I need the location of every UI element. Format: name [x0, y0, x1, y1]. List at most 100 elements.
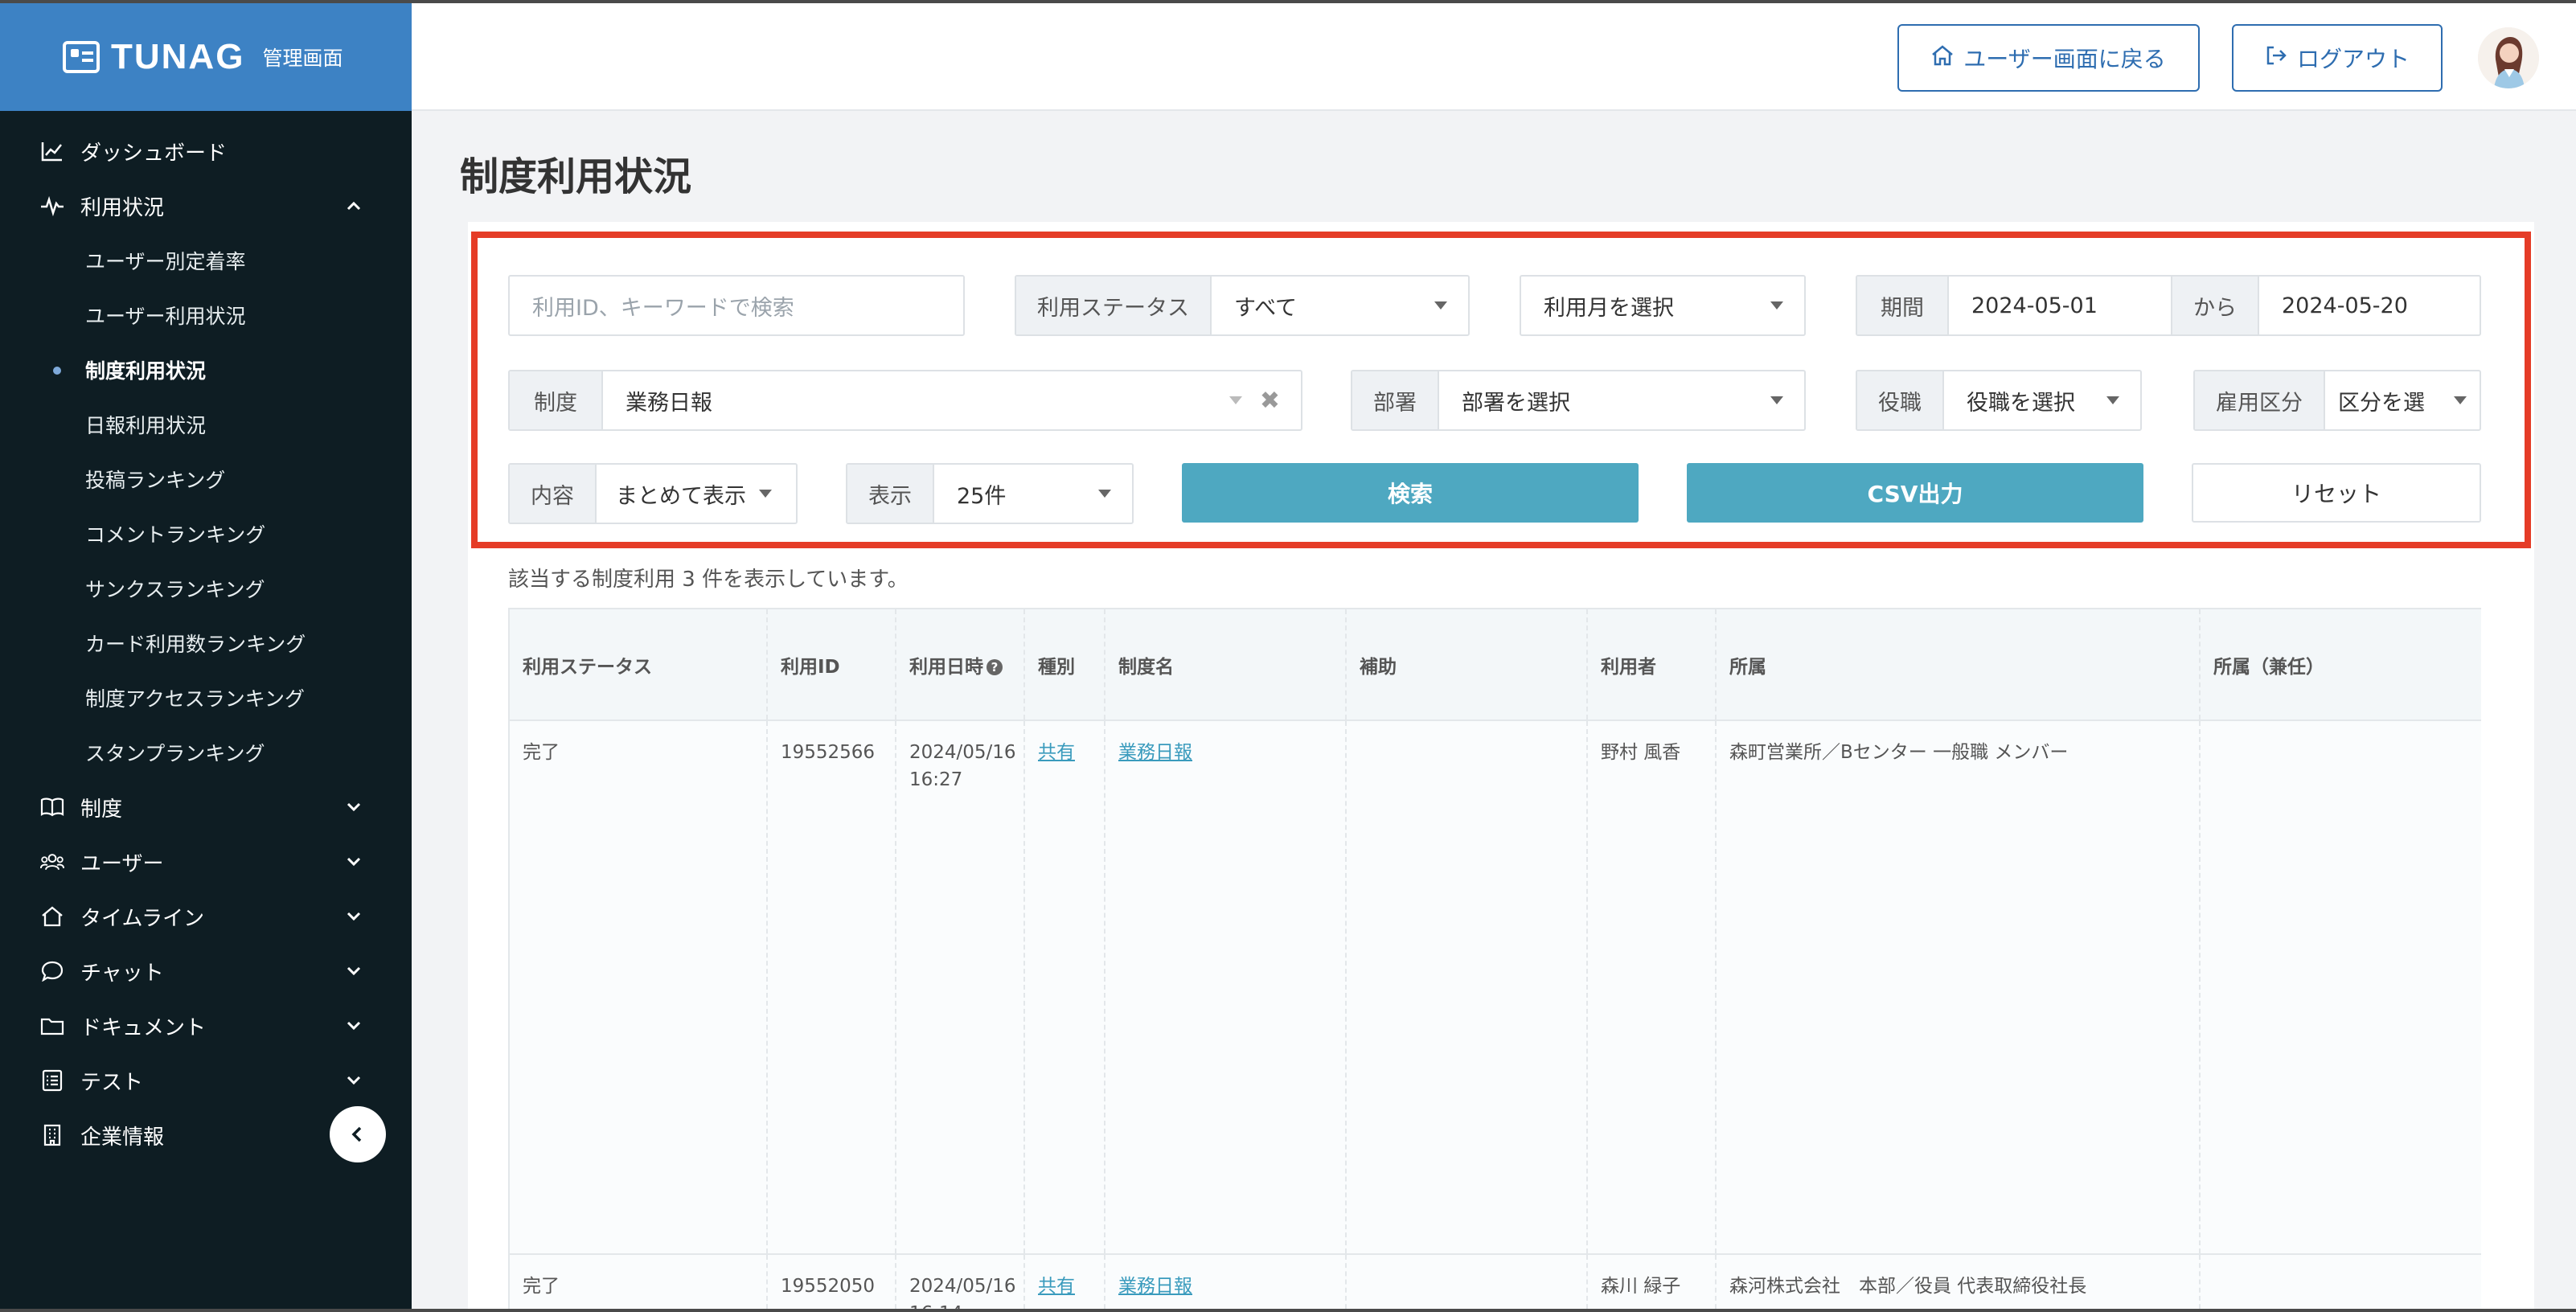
back-to-user-screen-button[interactable]: ユーザー画面に戻る [1897, 24, 2200, 92]
sidebar: TUNAG 管理画面 ダッシュボード 利用状況 ユーザー別定着率 ユーザー利用状 [0, 3, 412, 1309]
column-header[interactable]: 利用ID [767, 609, 896, 721]
chevron-down-icon [346, 1071, 362, 1091]
sidebar-item-users[interactable]: ユーザー [0, 834, 412, 889]
sidebar-subitem-system-usage[interactable]: 制度利用状況 [0, 342, 412, 397]
chevron-down-icon [346, 1016, 362, 1036]
caret-down-icon [2106, 396, 2119, 404]
sidebar-item-documents[interactable]: ドキュメント [0, 998, 412, 1053]
sidebar-item-usage[interactable]: 利用状況 [0, 178, 412, 233]
building-icon [40, 1123, 64, 1147]
sidebar-item-timeline[interactable]: タイムライン [0, 889, 412, 944]
column-header[interactable]: 補助 [1346, 609, 1588, 721]
sidebar-item-label: 企業情報 [80, 1125, 165, 1150]
sidebar-item-system[interactable]: 制度 [0, 780, 412, 834]
sidebar-subitem-label: サンクスランキング [85, 578, 265, 601]
id-cell: 19552050 [767, 1254, 896, 1309]
column-header[interactable]: 利用日時? [896, 609, 1025, 721]
usage-month-placeholder: 利用月を選択 [1544, 295, 1674, 321]
sidebar-subitem-label: スタンプランキング [85, 742, 265, 765]
caret-down-icon [1098, 490, 1111, 498]
sidebar-subitem-label: 投稿ランキング [85, 469, 226, 492]
employment-type-select[interactable]: 雇用区分 区分を選 [2193, 370, 2481, 431]
sidebar-subitem-access-ranking[interactable]: 制度アクセスランキング [0, 670, 412, 725]
keyword-search-input[interactable]: 利用ID、キーワードで検索 [508, 275, 965, 336]
sidebar-subitem-post-ranking[interactable]: 投稿ランキング [0, 452, 412, 506]
datetime-cell: 2024/05/16 16:27 [896, 720, 1025, 1255]
column-header[interactable]: 制度名 [1105, 609, 1347, 721]
sidebar-nav: ダッシュボード 利用状況 ユーザー別定着率 ユーザー利用状況 制度利用状況 日報… [0, 111, 412, 1162]
date-text: 2024/05/16 [909, 1276, 1016, 1297]
type-link[interactable]: 共有 [1038, 742, 1075, 763]
column-header[interactable]: 利用ステータス [510, 609, 768, 721]
pulse-icon [40, 194, 64, 218]
period-label: 期間 [1857, 277, 1949, 334]
sidebar-subitem-comment-ranking[interactable]: コメントランキング [0, 506, 412, 561]
sidebar-item-dashboard[interactable]: ダッシュボード [0, 124, 412, 178]
position-select[interactable]: 役職 役職を選択 [1856, 370, 2142, 431]
status-select[interactable]: 利用ステータス すべて [1015, 275, 1470, 336]
search-button[interactable]: 検索 [1182, 463, 1639, 523]
csv-export-button[interactable]: CSV出力 [1687, 463, 2143, 523]
caret-down-icon [1770, 301, 1783, 310]
home-icon [40, 904, 64, 929]
sidebar-subitem-user-usage[interactable]: ユーザー利用状況 [0, 288, 412, 342]
reset-button[interactable]: リセット [2192, 463, 2481, 523]
checklist-icon [40, 1068, 64, 1093]
usage-month-select[interactable]: 利用月を選択 [1520, 275, 1806, 336]
caret-down-icon [1434, 301, 1447, 310]
column-header[interactable]: 種別 [1024, 609, 1105, 721]
sidebar-item-label: ドキュメント [80, 1015, 207, 1040]
logout-icon [2265, 45, 2287, 72]
position-label: 役職 [1857, 371, 1944, 429]
sidebar-item-test[interactable]: テスト [0, 1053, 412, 1108]
sidebar-subitem-stamp-ranking[interactable]: スタンプランキング [0, 725, 412, 780]
type-link[interactable]: 共有 [1038, 1276, 1075, 1297]
sidebar-subitem-label: 制度利用状況 [85, 359, 207, 383]
system-select[interactable]: 制度 業務日報 ✖ [508, 370, 1302, 431]
caret-down-icon [1770, 396, 1783, 404]
page-title: 制度利用状況 [460, 154, 692, 199]
column-header[interactable]: 利用者 [1587, 609, 1717, 721]
help-icon[interactable]: ? [987, 659, 1003, 675]
sidebar-subitem-thanks-ranking[interactable]: サンクスランキング [0, 561, 412, 616]
app-window: TUNAG 管理画面 ダッシュボード 利用状況 ユーザー別定着率 ユーザー利用状 [0, 3, 2576, 1309]
per-page-select[interactable]: 表示 25件 [846, 463, 1134, 524]
sidebar-subitem-daily-report-usage[interactable]: 日報利用状況 [0, 397, 412, 452]
status-label: 利用ステータス [1016, 277, 1212, 334]
logout-button[interactable]: ログアウト [2232, 24, 2443, 92]
clear-icon[interactable]: ✖ [1260, 387, 1280, 415]
home-icon [1931, 44, 1954, 72]
column-header[interactable]: 所属（兼任） [2200, 609, 2481, 721]
datetime-cell: 2024/05/16 16:14 [896, 1254, 1025, 1309]
sidebar-subitem-label: カード利用数ランキング [85, 633, 306, 656]
sidebar-subitem-label: ユーザー利用状況 [85, 305, 246, 328]
date-text: 2024/05/16 [909, 742, 1016, 763]
sidebar-subitem-user-retention[interactable]: ユーザー別定着率 [0, 233, 412, 288]
content-select[interactable]: 内容 まとめて表示 [508, 463, 798, 524]
avatar[interactable] [2478, 27, 2539, 88]
period-to-input[interactable]: 2024-05-20 [2259, 293, 2480, 318]
chevron-down-icon [346, 797, 362, 818]
folder-icon [40, 1014, 64, 1038]
status-value: すべて [1234, 295, 1298, 321]
sidebar-item-label: ダッシュボード [80, 141, 228, 166]
chart-line-icon [40, 139, 64, 163]
department-select[interactable]: 部署 部署を選択 [1351, 370, 1806, 431]
sidebar-item-label: テスト [80, 1070, 144, 1095]
type-cell: 共有 [1024, 1254, 1105, 1309]
admin-label: 管理画面 [262, 47, 343, 70]
sidebar-subitem-label: 日報利用状況 [85, 414, 207, 437]
system-name-cell: 業務日報 [1105, 720, 1347, 1255]
system-name-link[interactable]: 業務日報 [1118, 742, 1192, 763]
column-header[interactable]: 所属 [1716, 609, 2201, 721]
brand-header[interactable]: TUNAG 管理画面 [0, 3, 412, 111]
employment-type-placeholder: 区分を選 [2338, 390, 2425, 416]
system-name-link[interactable]: 業務日報 [1118, 1276, 1192, 1297]
period-range: 期間 2024-05-01 から 2024-05-20 [1856, 275, 2481, 336]
sidebar-subitem-card-ranking[interactable]: カード利用数ランキング [0, 616, 412, 670]
sidebar-collapse-button[interactable] [330, 1106, 386, 1162]
sidebar-item-chat[interactable]: チャット [0, 944, 412, 998]
period-from-input[interactable]: 2024-05-01 [1949, 293, 2171, 318]
sidebar-subitem-label: ユーザー別定着率 [85, 250, 246, 273]
usage-table: 利用ステータス 利用ID 利用日時? 種別 制度名 補助 利用者 所属 所属（兼… [508, 608, 2481, 1309]
